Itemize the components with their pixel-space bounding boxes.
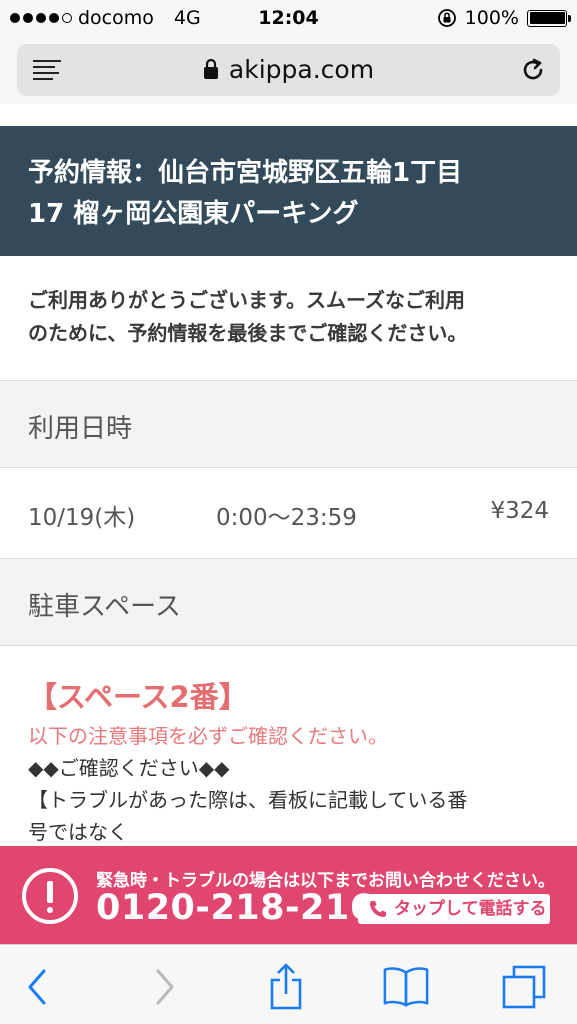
safari-toolbar — [0, 944, 577, 1024]
space-note-line-1: ◆◆ご確認ください◆◆ — [28, 756, 230, 780]
lock-icon — [203, 58, 218, 79]
forward-icon — [156, 969, 174, 1005]
bookmarks-button[interactable] — [382, 963, 430, 1011]
alert-icon — [22, 868, 78, 924]
page-title: 予約情報：仙台市宮城野区五輪1丁目 17 榴ヶ岡公園東パーキング — [0, 126, 577, 256]
tabs-icon — [502, 965, 546, 1009]
space-number-title: 【スペース2番】 — [28, 680, 248, 714]
share-icon — [270, 963, 302, 1010]
status-right: 100% — [437, 7, 571, 29]
emergency-contact-bar[interactable]: 緊急時・トラブルの場合は以下までお問い合わせください。 0120-218-216… — [0, 846, 577, 944]
usage-date: 10/19(木) — [28, 505, 136, 531]
parking-space-heading: 駐車スペース — [0, 558, 577, 646]
space-notice: 以下の注意事項を必ずご確認ください。 — [28, 724, 388, 748]
battery-icon — [527, 9, 571, 27]
rotation-lock-icon — [437, 9, 456, 27]
space-note-line-3: 号ではなく — [28, 820, 128, 844]
reload-icon[interactable] — [520, 57, 546, 83]
usage-time-range: 0:00〜23:59 — [216, 505, 357, 531]
back-button[interactable] — [14, 963, 62, 1011]
back-icon — [28, 969, 46, 1005]
space-note-line-2: 【トラブルがあった際は、看板に記載している番 — [28, 788, 468, 812]
usage-datetime-row: 10/19(木) 0:00〜23:59 ¥324 — [0, 468, 577, 558]
tap-to-call-button[interactable]: タップして電話する — [358, 894, 550, 924]
page-title-line-1: 予約情報：仙台市宮城野区五輪1丁目 — [28, 158, 463, 188]
bookmarks-icon — [383, 967, 429, 1007]
thanks-line-1: ご利用ありがとうございます。スムーズなご利用 — [28, 288, 465, 312]
phone-icon — [370, 901, 386, 917]
thanks-line-2: のために、予約情報を最後までご確認ください。 — [28, 321, 468, 345]
tabs-button[interactable] — [500, 963, 548, 1011]
usage-price: ¥324 — [490, 498, 549, 524]
url-display[interactable]: akippa.com — [17, 55, 560, 84]
battery-percent: 100% — [464, 7, 519, 29]
web-page-content: 予約情報：仙台市宮城野区五輪1丁目 17 榴ヶ岡公園東パーキング ご利用ありがと… — [0, 104, 577, 944]
parking-space-details: 【スペース2番】 以下の注意事項を必ずご確認ください。 ◆◆ご確認ください◆◆ … — [28, 674, 558, 848]
status-bar: docomo 4G 12:04 100% — [0, 0, 577, 40]
forward-button[interactable] — [140, 963, 188, 1011]
url-text: akippa.com — [228, 55, 375, 84]
emergency-phone-number[interactable]: 0120-218-216 — [96, 888, 375, 928]
usage-datetime-heading: 利用日時 — [0, 380, 577, 468]
page-title-line-2: 17 榴ヶ岡公園東パーキング — [28, 199, 359, 229]
share-button[interactable] — [262, 963, 310, 1011]
address-bar[interactable]: akippa.com — [17, 44, 560, 96]
tap-to-call-label: タップして電話する — [394, 899, 547, 919]
thanks-message: ご利用ありがとうございます。スムーズなご利用 のために、予約情報を最後までご確認… — [28, 284, 558, 350]
safari-address-area: akippa.com — [0, 40, 577, 104]
